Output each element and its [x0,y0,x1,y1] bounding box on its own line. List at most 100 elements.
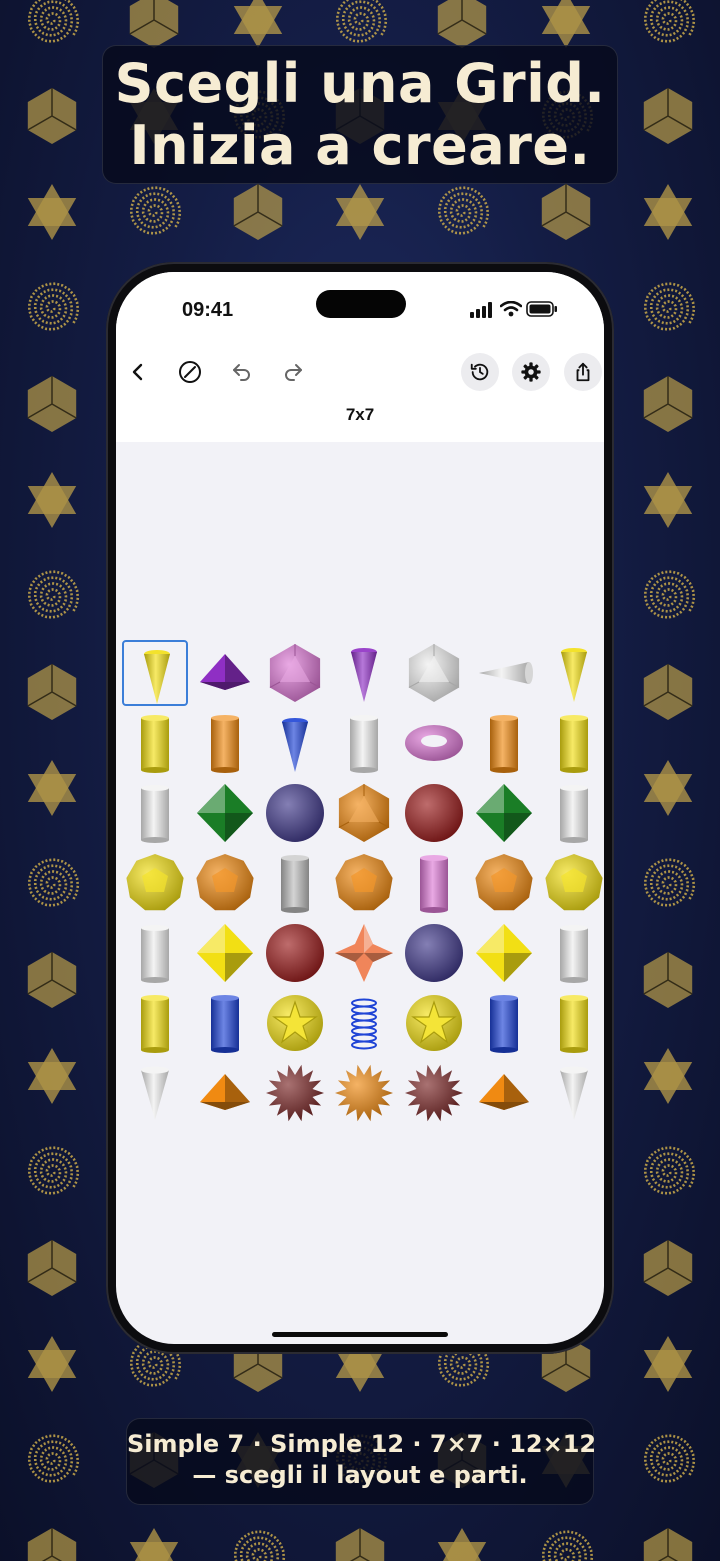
grid-cell-3-1[interactable] [192,850,258,916]
cube-icon [27,664,77,720]
yellow-cylinder-shape [141,715,169,773]
pink-torus-shape [405,725,464,761]
grid-cell-4-1[interactable] [192,920,258,986]
footer-line-1: Simple 7 · Simple 12 · 7×7 · 12×12 [127,1430,597,1458]
spiral-icon [541,1530,594,1561]
grid-cell-4-0[interactable] [122,920,188,986]
share-button[interactable] [564,353,602,391]
grid-cell-4-6[interactable] [541,920,604,986]
spiral-icon [643,570,696,619]
signal-icon [470,302,492,318]
grid-cell-2-2[interactable] [262,780,328,846]
spiral-icon [233,1530,286,1561]
orange-cylinder-shape [210,715,239,773]
grid-cell-5-5[interactable] [471,990,537,1056]
grid-cell-0-4[interactable] [401,640,467,706]
hexagon-star-icon [27,760,77,816]
clear-button[interactable] [172,354,208,390]
red-sphere-shape [265,924,324,982]
grid-cell-6-0[interactable] [122,1060,188,1126]
blue-cylinder-shape [210,995,239,1053]
grid-cell-5-1[interactable] [192,990,258,1056]
hexagon-star-icon [27,1048,77,1104]
grid-cell-1-0[interactable] [122,710,188,776]
spiral-icon [27,858,80,907]
spiral-icon [643,0,696,43]
grid-cell-5-0[interactable] [122,990,188,1056]
orange-icosahedron-shape [339,784,390,842]
white-cylinder-shape [559,785,588,843]
grid-cell-6-2[interactable] [262,1060,328,1126]
grid-cell-4-4[interactable] [401,920,467,986]
grid-cell-0-3[interactable] [331,640,397,706]
grid-cell-2-0[interactable] [122,780,188,846]
wifi-icon [500,301,522,317]
grid-cell-5-3[interactable] [331,990,397,1056]
white-cylinder-shape [141,925,169,983]
white-cylinder-shape [559,925,588,983]
grid-cell-3-5[interactable] [471,850,537,916]
hexagon-star-icon [335,184,385,240]
grid-cell-4-3[interactable] [331,920,397,986]
grid-cell-6-1[interactable] [192,1060,258,1126]
grid-cell-1-3[interactable] [331,710,397,776]
grid-cell-1-6[interactable] [541,710,604,776]
hexagon-star-icon [27,1336,77,1392]
grid-cell-5-6[interactable] [541,990,604,1056]
grid-cell-4-5[interactable] [471,920,537,986]
purple-cone-shape [351,648,378,702]
back-icon [132,363,143,381]
spiral-icon [643,282,696,331]
spiral-icon [643,1434,696,1483]
grid-cell-6-5[interactable] [471,1060,537,1126]
grid-cell-0-6[interactable] [541,640,604,706]
grid-cell-1-4[interactable] [401,710,467,776]
undo-icon [233,364,250,381]
grid-canvas[interactable] [116,442,604,1344]
redo-button[interactable] [275,354,311,390]
share-icon [576,362,590,382]
grid-cell-0-0[interactable] [122,640,188,706]
grid-cell-5-2[interactable] [262,990,328,1056]
white-icosahedron-shape [408,644,460,702]
yellow-cone-shape [144,650,170,704]
hexagon-star-icon [437,1528,487,1561]
grid-cell-2-3[interactable] [331,780,397,846]
grid-cell-2-6[interactable] [541,780,604,846]
grid-cell-2-4[interactable] [401,780,467,846]
grid-cell-2-1[interactable] [192,780,258,846]
grid-cell-1-2[interactable] [262,710,328,776]
cube-icon [643,1240,693,1296]
grid-cell-3-6[interactable] [541,850,604,916]
grid-cell-1-5[interactable] [471,710,537,776]
grid-cell-6-6[interactable] [541,1060,604,1126]
grid-cell-3-4[interactable] [401,850,467,916]
orange-dodecahedron-shape [196,854,254,911]
cube-icon [27,88,77,144]
orange-dodecahedron-shape [335,854,393,911]
cube-icon [27,952,77,1008]
grid-cell-0-2[interactable] [262,640,328,706]
spiral-icon [129,186,182,235]
grid-cell-0-5[interactable] [471,640,537,706]
gray-cylinder-shape [280,855,309,913]
undo-button[interactable] [224,354,260,390]
grid-cell-6-3[interactable] [331,1060,397,1126]
white-cone-inverted-shape [559,1066,588,1120]
settings-button[interactable] [512,353,550,391]
yellow-cylinder-shape [141,995,169,1053]
grid-cell-0-1[interactable] [192,640,258,706]
headline-line-2: Inizia a creare. [129,114,591,177]
cube-icon [233,184,283,240]
grid-cell-6-4[interactable] [401,1060,467,1126]
grid-cell-3-0[interactable] [122,850,188,916]
grid-cell-3-2[interactable] [262,850,328,916]
history-button[interactable] [461,353,499,391]
back-button[interactable] [120,354,156,390]
dynamic-island [316,290,406,318]
grid-cell-1-1[interactable] [192,710,258,776]
grid-cell-2-5[interactable] [471,780,537,846]
grid-cell-5-4[interactable] [401,990,467,1056]
grid-cell-4-2[interactable] [262,920,328,986]
grid-cell-3-3[interactable] [331,850,397,916]
